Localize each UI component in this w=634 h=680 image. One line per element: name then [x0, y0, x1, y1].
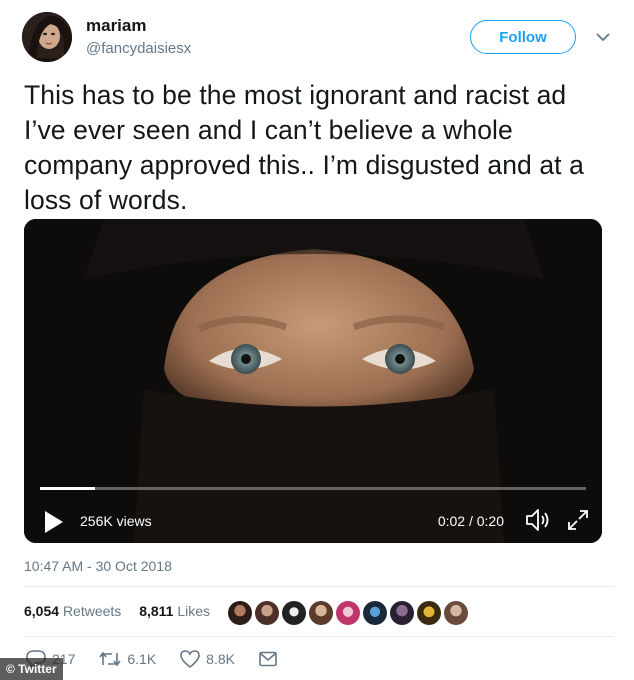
volume-icon[interactable]	[524, 507, 552, 533]
heart-icon	[180, 650, 200, 668]
user-handle[interactable]: @fancydaisiesx	[86, 40, 191, 57]
likes-count[interactable]: 8,811	[139, 603, 173, 619]
tweet-actions: 217 6.1K 8.8K	[26, 650, 307, 668]
follow-button[interactable]: Follow	[470, 20, 576, 54]
liker-avatar[interactable]	[336, 601, 360, 625]
retweet-icon	[99, 651, 121, 667]
like-count: 8.8K	[206, 651, 235, 667]
envelope-icon	[259, 651, 277, 667]
retweet-button[interactable]: 6.1K	[99, 651, 156, 667]
avatar[interactable]	[22, 12, 72, 62]
liker-avatar[interactable]	[363, 601, 387, 625]
liker-avatar[interactable]	[390, 601, 414, 625]
divider	[24, 586, 614, 587]
liker-avatar[interactable]	[255, 601, 279, 625]
liker-avatars	[228, 601, 468, 625]
retweets-label[interactable]: Retweets	[63, 603, 121, 619]
liker-avatar[interactable]	[309, 601, 333, 625]
video-time: 0:02 / 0:20	[437, 513, 504, 529]
retweets-count[interactable]: 6,054	[24, 603, 59, 619]
likes-label[interactable]: Likes	[177, 603, 210, 619]
message-button[interactable]	[259, 651, 283, 667]
liker-avatar[interactable]	[444, 601, 468, 625]
watermark-text: © Twitter	[6, 662, 57, 676]
liker-avatar[interactable]	[282, 601, 306, 625]
engagement-stats: 6,054 Retweets 8,811 Likes	[24, 603, 210, 619]
profile-photo-icon	[22, 12, 72, 62]
retweet-count: 6.1K	[127, 651, 157, 667]
tweet-timestamp[interactable]: 10:47 AM - 30 Oct 2018	[24, 558, 172, 574]
view-count: 256K views	[80, 513, 152, 529]
video-progress-track[interactable]	[40, 487, 586, 490]
video-player[interactable]: 256K views 0:02 / 0:20	[24, 219, 602, 543]
play-icon[interactable]	[42, 509, 66, 535]
video-progress-fill	[40, 487, 95, 490]
source-watermark: © Twitter	[0, 658, 63, 680]
liker-avatar[interactable]	[228, 601, 252, 625]
like-button[interactable]: 8.8K	[180, 650, 235, 668]
display-name[interactable]: mariam	[86, 16, 146, 36]
tweet-text: This has to be the most ignorant and rac…	[24, 80, 584, 215]
fullscreen-icon[interactable]	[566, 508, 590, 532]
tweet-header: mariam @fancydaisiesx Follow	[22, 10, 614, 66]
video-frame	[24, 219, 602, 543]
liker-avatar[interactable]	[417, 601, 441, 625]
divider	[24, 636, 614, 637]
chevron-down-icon[interactable]	[592, 26, 614, 48]
